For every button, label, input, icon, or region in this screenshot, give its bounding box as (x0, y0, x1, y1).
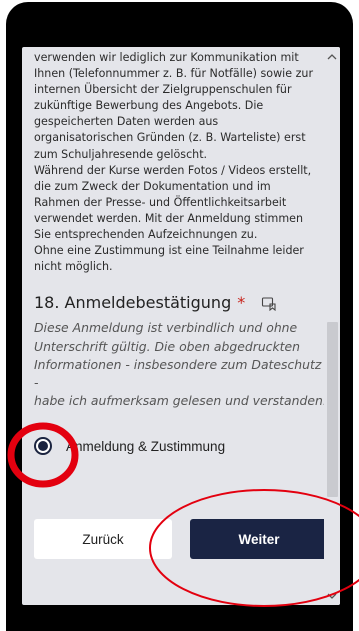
option-label[interactable]: Anmeldung & Zustimmung (66, 439, 225, 454)
privacy-text: verwenden wir lediglich zur Kommunikatio… (34, 51, 314, 274)
form-screen: verwenden wir lediglich zur Kommunikatio… (22, 47, 340, 605)
back-button[interactable]: Zurück (34, 519, 172, 559)
chevron-down-icon[interactable] (327, 591, 337, 601)
question-title: 18. Anmeldebestätigung (34, 293, 232, 313)
radio-selected-dot (38, 441, 48, 451)
scrollbar-thumb[interactable] (327, 322, 338, 497)
phone-frame: verwenden wir lediglich zur Kommunikatio… (6, 2, 353, 631)
radio-button[interactable] (34, 437, 52, 455)
question-title-row: 18. Anmeldebestätigung * (34, 293, 328, 313)
question-description: Diese Anmeldung ist verbindlich und ohne… (34, 320, 327, 409)
form-content: verwenden wir lediglich zur Kommunikatio… (34, 50, 328, 410)
next-button[interactable]: Weiter (190, 519, 328, 559)
scrollbar[interactable] (324, 47, 340, 605)
option-anmeldung-zustimmung[interactable]: Anmeldung & Zustimmung (34, 437, 225, 455)
immersive-reader-icon[interactable] (261, 295, 277, 312)
required-asterisk: * (237, 293, 246, 313)
chevron-up-icon[interactable] (327, 52, 337, 62)
